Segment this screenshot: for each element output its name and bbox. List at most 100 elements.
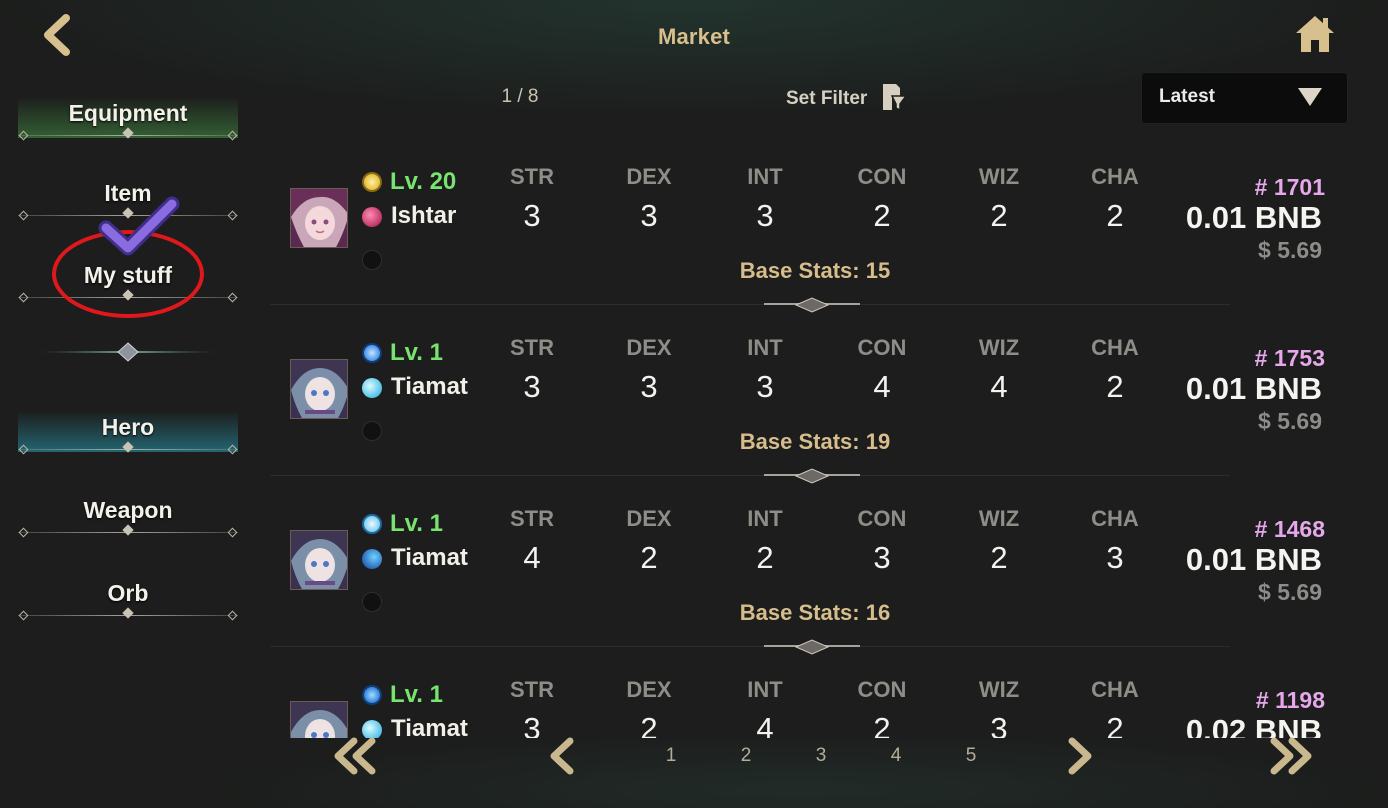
water-wave-icon [362, 549, 382, 569]
listing-row[interactable]: Lv. 1 Tiamat STR 3 DEX 3 INT 3 CON 4 WIZ 4 CH… [270, 321, 1360, 492]
divider [18, 607, 238, 619]
stat-value: 3 [756, 369, 774, 404]
chevron-right-icon [1068, 737, 1092, 775]
page-number-1[interactable]: 1 [661, 745, 681, 767]
stat-wiz: WIZ 3 [959, 677, 1039, 738]
hero-portrait [290, 359, 348, 419]
sidebar-item-label: Item [104, 180, 152, 206]
stat-header: STR [510, 506, 554, 531]
base-stats: Base Stats: 19 [739, 429, 891, 454]
prev-page-button[interactable] [544, 735, 580, 782]
stat-value: 2 [640, 540, 658, 575]
stat-header: DEX [626, 677, 672, 702]
next-page-button[interactable] [1062, 735, 1098, 782]
hero-portrait [290, 188, 348, 248]
sidebar-item-item[interactable]: Item [18, 172, 238, 219]
stat-value: 2 [990, 540, 1008, 575]
sidebar-item-label: My stuff [83, 262, 173, 288]
token-id: # 1701 [1254, 174, 1325, 200]
page-number-2[interactable]: 2 [736, 745, 756, 767]
blue-crest-icon [362, 514, 382, 534]
listing-row[interactable]: Lv. 1 Tiamat STR 4 DEX 2 INT 2 CON 3 WIZ 2 CH… [270, 492, 1360, 663]
stat-value: 3 [1106, 540, 1124, 575]
empty-slot-icon [362, 421, 382, 441]
stat-value: 3 [990, 711, 1008, 738]
stat-cha: CHA 3 [1075, 506, 1155, 576]
divider [18, 127, 238, 139]
stat-value: 4 [873, 369, 891, 404]
stat-header: INT [747, 335, 783, 360]
token-id: # 1468 [1254, 516, 1325, 542]
stat-value: 2 [1106, 198, 1124, 233]
hero-name: Tiamat [391, 715, 468, 738]
stat-str: STR 3 [492, 335, 572, 405]
blue-crest-icon [362, 343, 382, 363]
stat-header: CHA [1091, 506, 1139, 531]
listing-row[interactable]: Lv. 1 Tiamat STR 3 DEX 2 INT 4 CON 2 WIZ 3 CH… [270, 663, 1360, 738]
sort-dropdown[interactable]: Latest [1141, 72, 1348, 124]
stat-str: STR 3 [492, 164, 572, 234]
home-icon [1296, 16, 1334, 52]
row-divider [270, 297, 1230, 313]
stat-dex: DEX 2 [609, 677, 689, 738]
price-bnb: 0.01 BNB [1185, 542, 1322, 577]
listing-row[interactable]: Lv. 20 Ishtar STR 3 DEX 3 INT 3 CON 2 WIZ 2 C… [270, 150, 1360, 321]
stat-value: 2 [990, 198, 1008, 233]
sidebar-item-equipment[interactable]: Equipment [18, 92, 238, 139]
sidebar-item-hero[interactable]: Hero [18, 406, 238, 453]
home-button[interactable] [1294, 14, 1336, 54]
price-usd: $ 5.69 [1258, 408, 1322, 434]
stat-value: 2 [873, 198, 891, 233]
stat-header: DEX [626, 335, 672, 360]
stat-cha: CHA 2 [1075, 164, 1155, 234]
triangle-down-icon [1298, 88, 1322, 106]
chevron-left-icon [550, 737, 574, 775]
stat-header: WIZ [978, 677, 1020, 702]
filter-label: Set Filter [786, 88, 868, 109]
stat-dex: DEX 3 [609, 164, 689, 234]
empty-slot-icon [362, 592, 382, 612]
stat-dex: DEX 3 [609, 335, 689, 405]
stat-cha: CHA 2 [1075, 677, 1155, 738]
stat-header: STR [510, 677, 554, 702]
stat-value: 4 [990, 369, 1008, 404]
stat-header: STR [510, 164, 554, 189]
hero-listing[interactable]: Lv. 20 Ishtar STR 3 DEX 3 INT 3 CON 2 WIZ 2 C… [270, 150, 1360, 738]
stat-str: STR 4 [492, 506, 572, 576]
stat-header: CON [857, 164, 907, 189]
page-number-3[interactable]: 3 [811, 745, 831, 767]
hero-level: Lv. 20 [390, 168, 457, 195]
hero-name: Tiamat [391, 544, 468, 571]
sidebar-item-label: Equipment [68, 100, 188, 126]
sidebar-item-orb[interactable]: Orb [18, 572, 238, 619]
stat-value: 2 [873, 711, 891, 738]
double-chevron-left-icon [334, 737, 376, 775]
sidebar-item-label: Weapon [83, 497, 173, 523]
price-bnb: 0.01 BNB [1185, 200, 1322, 235]
hero-name: Ishtar [391, 202, 457, 229]
stat-header: WIZ [978, 506, 1020, 531]
stat-value: 3 [756, 198, 774, 233]
stat-cha: CHA 2 [1075, 335, 1155, 405]
last-page-button[interactable] [1268, 735, 1316, 782]
stat-header: DEX [626, 164, 672, 189]
sidebar-item-my-stuff[interactable]: My stuff [18, 254, 238, 301]
filter-icon [883, 84, 908, 112]
row-divider [270, 639, 1230, 655]
sidebar-item-weapon[interactable]: Weapon [18, 489, 238, 536]
stat-wiz: WIZ 4 [959, 335, 1039, 405]
price-usd: $ 5.69 [1258, 237, 1322, 263]
stat-str: STR 3 [492, 677, 572, 738]
stat-int: INT 4 [725, 677, 805, 738]
gold-crest-icon [362, 172, 382, 192]
stat-header: INT [747, 677, 783, 702]
page-number-5[interactable]: 5 [961, 745, 981, 767]
first-page-button[interactable] [330, 735, 378, 782]
stat-header: CON [857, 506, 907, 531]
stat-value: 3 [873, 540, 891, 575]
page-title: Market [657, 24, 731, 49]
hero-portrait [290, 530, 348, 590]
page-number-4[interactable]: 4 [886, 745, 906, 767]
water-drop-icon [362, 378, 382, 398]
stat-dex: DEX 2 [609, 506, 689, 576]
